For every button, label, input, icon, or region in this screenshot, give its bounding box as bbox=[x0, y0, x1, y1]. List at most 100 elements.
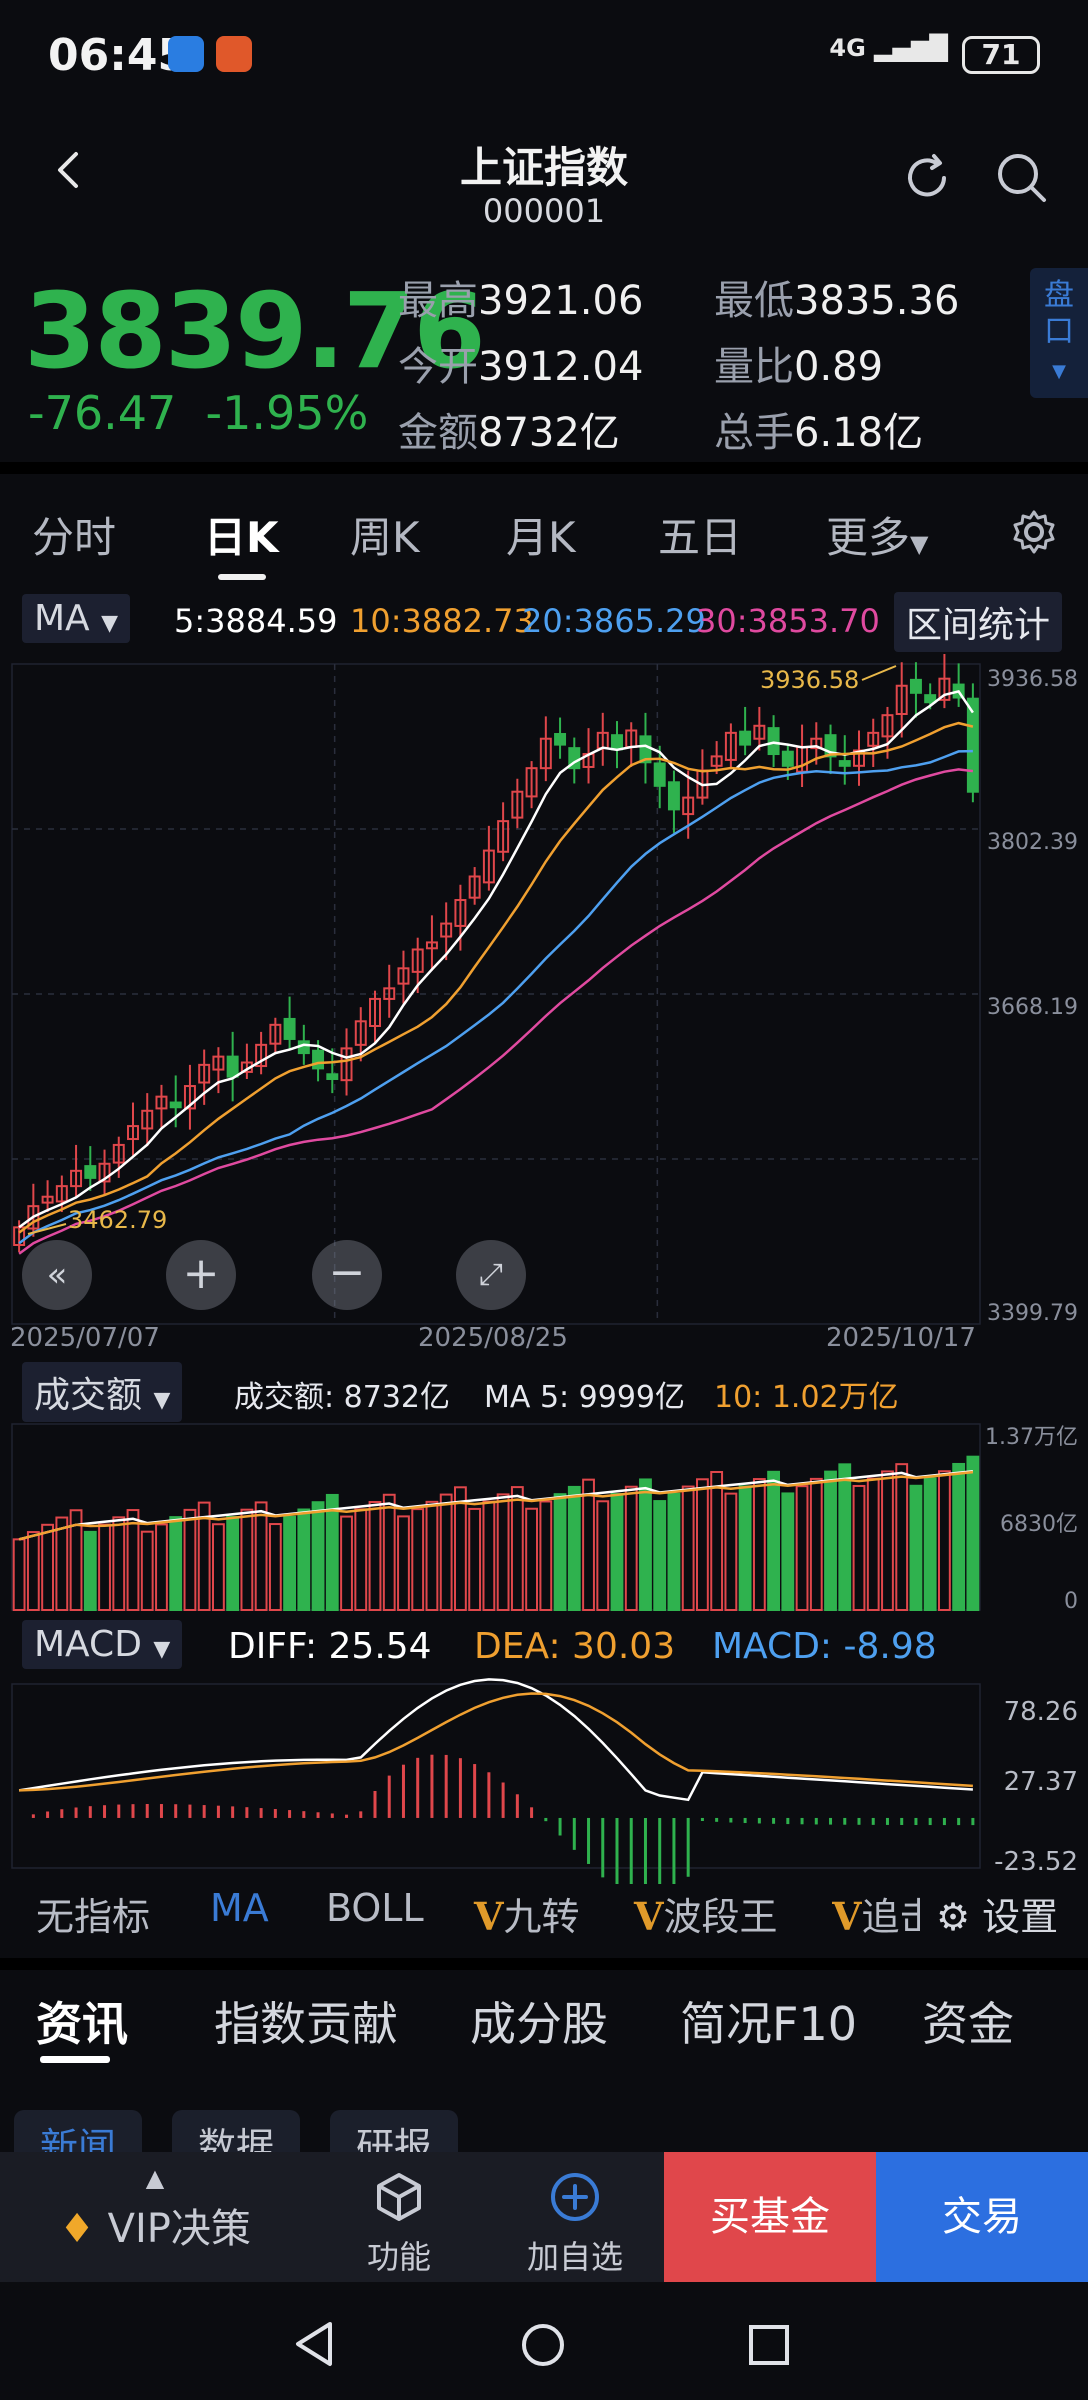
volume-bar bbox=[425, 1500, 439, 1611]
indicator-jiuzhuan[interactable]: V九转 bbox=[474, 1886, 580, 1941]
volume-bar bbox=[752, 1478, 766, 1611]
ma20-value: 20:3865.29 bbox=[522, 602, 706, 640]
scroll-left-icon[interactable]: « bbox=[22, 1240, 92, 1310]
ma-header: MA ▼ 5:3884.59 10:3882.73 20:3865.29 30:… bbox=[0, 588, 1088, 654]
volume-bar bbox=[809, 1477, 823, 1611]
candle-body bbox=[653, 762, 666, 787]
volume-bar bbox=[724, 1492, 738, 1612]
tab-monthly-k[interactable]: 月K bbox=[506, 504, 576, 565]
macd-diff: DIFF: 25.54 bbox=[228, 1626, 432, 1667]
y-tick-label: 3668.19 bbox=[987, 995, 1078, 1020]
indicator-zhuiji[interactable]: V追击 bbox=[832, 1886, 920, 1941]
candle-body bbox=[667, 781, 680, 811]
candle-body bbox=[611, 734, 623, 751]
volume-bar bbox=[610, 1493, 624, 1611]
x-tick-label: 2025/07/07 bbox=[10, 1323, 160, 1353]
tab-index-contribution[interactable]: 指数贡献 bbox=[214, 1988, 398, 2054]
stat-hand: 总手6.18亿 bbox=[714, 400, 923, 458]
y-tick-label: 3399.79 bbox=[987, 1301, 1078, 1326]
volume-bar bbox=[923, 1477, 937, 1611]
tab-intraday[interactable]: 分时 bbox=[32, 504, 116, 565]
add-watchlist-button[interactable]: 加自选 bbox=[496, 2152, 654, 2282]
indicator-settings[interactable]: ⚙ 设置 bbox=[936, 1886, 1059, 1941]
volume-bar bbox=[411, 1508, 425, 1611]
tab-weekly-k[interactable]: 周K bbox=[350, 504, 420, 565]
y-tick-label: 3802.39 bbox=[987, 830, 1078, 855]
volume-bar bbox=[268, 1523, 282, 1611]
stat-label: 金额 bbox=[398, 410, 478, 456]
tab-f10[interactable]: 简况F10 bbox=[680, 1988, 857, 2054]
volume-y-tick: 6830亿 bbox=[1000, 1512, 1078, 1537]
nav-back-icon[interactable] bbox=[292, 2320, 336, 2368]
ma20-line bbox=[18, 749, 973, 1245]
volume-bar bbox=[639, 1478, 652, 1612]
interval-stats-button[interactable]: 区间统计 bbox=[894, 592, 1063, 652]
volume-selector[interactable]: 成交额 ▼ bbox=[22, 1362, 183, 1422]
y-tick-label: 3936.58 bbox=[987, 667, 1078, 692]
volume-bar bbox=[454, 1486, 467, 1612]
volume-bar bbox=[567, 1485, 581, 1611]
stat-value: 6.18亿 bbox=[794, 410, 924, 456]
tab-capital[interactable]: 资金 bbox=[922, 1988, 1014, 2054]
indicator-ma[interactable]: MA bbox=[210, 1886, 269, 1930]
indicator-boduanwang[interactable]: V波段王 bbox=[634, 1886, 778, 1941]
candle-body bbox=[169, 1101, 182, 1109]
add-watchlist-label: 加自选 bbox=[526, 2238, 623, 2276]
stat-label: 最低 bbox=[714, 278, 794, 324]
volume-bar bbox=[397, 1515, 410, 1612]
settings-gear-icon[interactable] bbox=[1010, 508, 1058, 556]
volume-bar bbox=[696, 1478, 709, 1612]
zoom-out-icon[interactable]: − bbox=[312, 1240, 382, 1310]
system-nav-bar bbox=[0, 2282, 1088, 2400]
kline-chart-area[interactable]: 3936.58 3802.39 3668.19 3399.79 2025/07/07 20… bbox=[0, 654, 1088, 1884]
volume-y-tick: 1.37万亿 bbox=[985, 1425, 1078, 1450]
nav-home-icon[interactable] bbox=[520, 2322, 566, 2368]
volume-bar bbox=[738, 1485, 752, 1611]
tab-more[interactable]: 更多▼ bbox=[826, 504, 928, 565]
macd-diff-line bbox=[18, 1678, 973, 1802]
volume-bar bbox=[838, 1463, 852, 1612]
volume-bar bbox=[710, 1470, 724, 1611]
tab-five-day[interactable]: 五日 bbox=[658, 504, 742, 565]
nav-recents-icon[interactable] bbox=[748, 2324, 790, 2366]
zoom-in-icon[interactable]: + bbox=[166, 1240, 236, 1310]
vip-decision-button[interactable]: ▲ ♦ VIP决策 bbox=[0, 2152, 310, 2282]
volume-bar bbox=[183, 1508, 197, 1612]
vip-diamond-icon: ♦ bbox=[59, 2206, 95, 2252]
period-tabs: 分时 日K 周K 月K 五日 更多▼ bbox=[0, 474, 1088, 584]
tab-news[interactable]: 资讯 bbox=[36, 1988, 128, 2054]
candle-body bbox=[909, 678, 922, 694]
stat-ratio: 量比0.89 bbox=[714, 334, 883, 392]
refresh-icon[interactable] bbox=[898, 148, 958, 208]
add-circle-icon bbox=[551, 2173, 599, 2221]
volume-selector-label: 成交额 bbox=[34, 1375, 143, 1416]
tab-more-label: 更多 bbox=[826, 513, 911, 562]
candle-body bbox=[226, 1055, 239, 1078]
tab-constituents[interactable]: 成分股 bbox=[470, 1988, 608, 2054]
macd-selector-label: MACD bbox=[34, 1624, 142, 1665]
fullscreen-icon[interactable]: ⤢ bbox=[456, 1240, 526, 1310]
indicator-boll[interactable]: BOLL bbox=[326, 1886, 424, 1930]
vip-v-icon: V bbox=[832, 1894, 862, 1939]
trade-button[interactable]: 交易 bbox=[876, 2152, 1088, 2282]
indicator-none[interactable]: 无指标 bbox=[36, 1886, 150, 1941]
candle-body bbox=[84, 1165, 97, 1179]
kline-chart-svg[interactable]: 3936.58 3802.39 3668.19 3399.79 2025/07/07 20… bbox=[0, 654, 1088, 1884]
info-tabs: 资讯 指数贡献 成分股 简况F10 资金 bbox=[0, 1970, 1088, 2080]
volume-bar bbox=[226, 1515, 240, 1611]
ma10-line bbox=[18, 721, 974, 1234]
stat-label: 量比 bbox=[714, 344, 794, 390]
volume-bar bbox=[55, 1516, 69, 1611]
tab-daily-k[interactable]: 日K bbox=[204, 504, 279, 565]
pankou-button[interactable]: 盘口 ▼ bbox=[1030, 268, 1088, 398]
volume-bar bbox=[126, 1509, 140, 1612]
macd-selector[interactable]: MACD ▼ bbox=[22, 1620, 183, 1669]
function-button[interactable]: 功能 bbox=[320, 2152, 478, 2282]
volume-bar bbox=[553, 1493, 567, 1611]
volume-bar bbox=[26, 1531, 40, 1612]
search-icon[interactable] bbox=[992, 148, 1052, 208]
ma-selector[interactable]: MA ▼ bbox=[22, 594, 131, 643]
buy-fund-button[interactable]: 买基金 bbox=[664, 2152, 876, 2282]
indicator-bar: 无指标 MA BOLL V九转 V波段王 V追击 ⚙ 设置 bbox=[0, 1866, 1088, 1956]
bottom-action-bar: ▲ ♦ VIP决策 功能 加自选 买基金 交易 bbox=[0, 2152, 1088, 2282]
